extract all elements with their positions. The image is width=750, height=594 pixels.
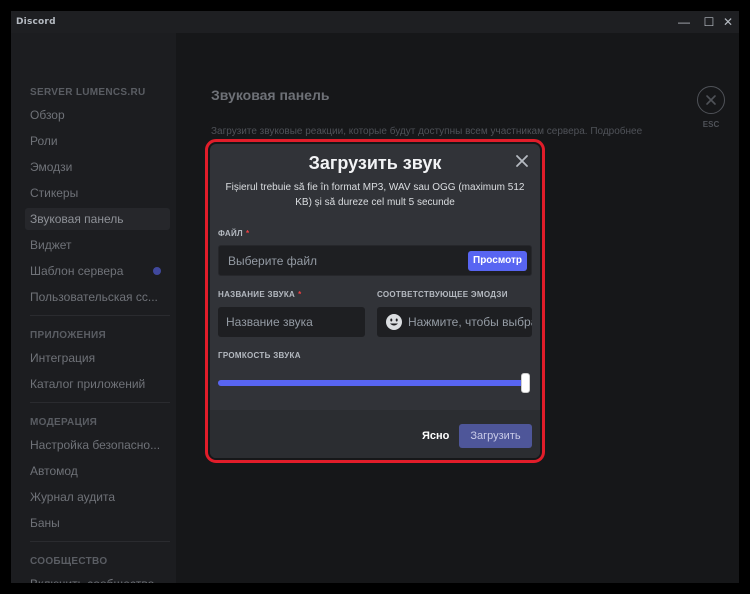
volume-slider-handle[interactable] — [521, 373, 530, 393]
sidebar-divider — [30, 315, 170, 316]
server-section-header: SERVER LUMENCS.RU — [30, 87, 146, 98]
sound-name-label-text: НАЗВАНИЕ ЗВУКА — [218, 290, 296, 299]
upload-sound-modal: Загрузить звук Fișierul trebuie să fie î… — [210, 144, 540, 458]
sidebar-divider — [30, 402, 170, 403]
esc-label: ESC — [702, 120, 720, 129]
modal-subtitle: Fișierul trebuie să fie în format MP3, W… — [225, 182, 525, 208]
file-label: ФАЙЛ * — [218, 229, 249, 238]
close-icon — [706, 95, 716, 105]
file-placeholder: Выберите файл — [228, 254, 318, 268]
sidebar-item-stickers[interactable]: Стикеры — [25, 182, 170, 204]
community-section-header: СООБЩЕСТВО — [30, 556, 108, 567]
required-mark: * — [245, 229, 250, 238]
esc-close-button[interactable] — [697, 86, 725, 114]
file-label-text: ФАЙЛ — [218, 229, 243, 238]
modal-title: Загрузить звук — [308, 153, 442, 173]
moderation-section-header: МОДЕРАЦИЯ — [30, 417, 98, 428]
sidebar-divider — [30, 541, 170, 542]
sidebar-item-custom-link[interactable]: Пользовательская сс... — [25, 286, 170, 308]
volume-label: ГРОМКОСТЬ ЗВУКА — [218, 351, 301, 360]
page-title: Звуковая панель — [211, 87, 330, 103]
sidebar-item-bans[interactable]: Баны — [25, 512, 170, 534]
new-badge-dot — [153, 267, 161, 275]
title-bar: Discord — ☐ ✕ — [11, 11, 739, 33]
sidebar-item-server-template[interactable]: Шаблон сервера — [25, 260, 170, 282]
related-emoji-label: СООТВЕТСТВУЮЩЕЕ ЭМОДЗИ — [377, 290, 508, 299]
close-window-button[interactable]: ✕ — [717, 11, 739, 33]
sound-name-placeholder: Название звука — [226, 315, 313, 329]
volume-slider[interactable] — [218, 373, 530, 393]
sidebar-item-safety-setup[interactable]: Настройка безопасно... — [25, 434, 170, 456]
sidebar-item-roles[interactable]: Роли — [25, 130, 170, 152]
emoji-placeholder: Нажмите, чтобы выбрать — [408, 315, 532, 329]
sidebar-item-audit-log[interactable]: Журнал аудита — [25, 486, 170, 508]
browse-button[interactable]: Просмотр — [468, 251, 527, 271]
required-mark: * — [298, 290, 302, 299]
sidebar-item-widget[interactable]: Виджет — [25, 234, 170, 256]
page-description: Загрузите звуковые реакции, которые буду… — [211, 126, 643, 137]
sound-name-input[interactable]: Название звука — [218, 307, 365, 337]
sidebar-item-enable-community[interactable]: Включить сообщество — [25, 573, 170, 583]
sidebar-item-automod[interactable]: Автомод — [25, 460, 170, 482]
modal-close-button[interactable] — [512, 151, 532, 171]
modal-footer: Ясно Загрузить — [210, 410, 540, 458]
emoji-picker-input[interactable]: Нажмите, чтобы выбрать — [377, 307, 532, 337]
sidebar-item-app-directory[interactable]: Каталог приложений — [25, 373, 170, 395]
sidebar-item-integrations[interactable]: Интеграция — [25, 347, 170, 369]
settings-sidebar: SERVER LUMENCS.RU Обзор Роли Эмодзи Стик… — [11, 33, 176, 583]
app-name: Discord — [16, 17, 56, 27]
sound-name-label: НАЗВАНИЕ ЗВУКА * — [218, 290, 302, 299]
cancel-button[interactable]: Ясно — [422, 430, 449, 442]
file-picker[interactable]: Выберите файл Просмотр — [218, 245, 532, 276]
close-icon — [516, 155, 528, 167]
sidebar-item-emoji[interactable]: Эмодзи — [25, 156, 170, 178]
upload-button[interactable]: Загрузить — [459, 424, 532, 448]
apps-section-header: ПРИЛОЖЕНИЯ — [30, 330, 107, 341]
minimize-button[interactable]: — — [673, 11, 695, 33]
volume-slider-fill — [218, 380, 526, 386]
smiley-icon — [386, 314, 402, 330]
sidebar-item-overview[interactable]: Обзор — [25, 104, 170, 126]
sidebar-item-soundboard[interactable]: Звуковая панель — [25, 208, 170, 230]
